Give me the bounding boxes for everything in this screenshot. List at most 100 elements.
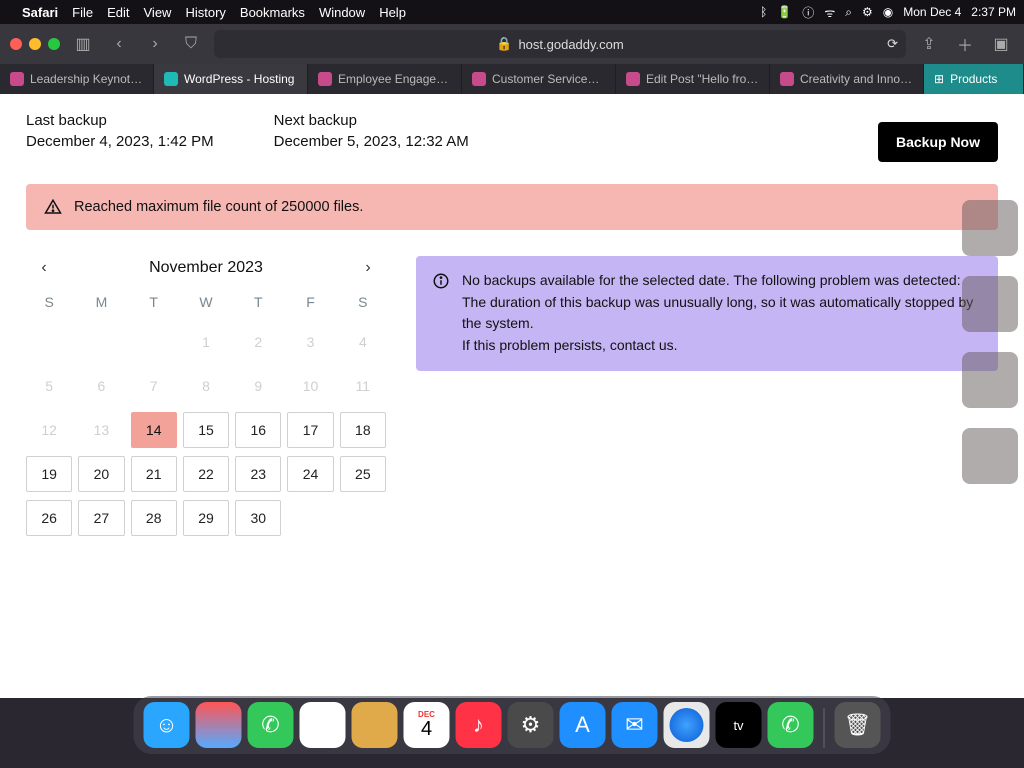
dock-app-appstore[interactable]: A <box>560 702 606 748</box>
calendar-day-19[interactable]: 19 <box>26 456 72 492</box>
calendar-day-26[interactable]: 26 <box>26 500 72 536</box>
dock-app-mail[interactable]: ✉ <box>612 702 658 748</box>
dock-app-finder[interactable]: ☺ <box>144 702 190 748</box>
calendar-day-29[interactable]: 29 <box>183 500 229 536</box>
favicon-icon <box>472 72 486 86</box>
tab-products[interactable]: ⊞Products <box>924 64 1024 94</box>
window-controls[interactable] <box>10 38 60 50</box>
spotlight-icon[interactable]: ⌕ <box>845 5 852 20</box>
tab-employee[interactable]: Employee Engage… <box>308 64 462 94</box>
dock-app-keynote[interactable] <box>352 702 398 748</box>
tab-creativity[interactable]: Creativity and Inno… <box>770 64 924 94</box>
address-bar[interactable]: 🔒 host.godaddy.com ⟳ <box>214 30 906 58</box>
favicon-icon <box>164 72 178 86</box>
calendar-day-10: 10 <box>287 368 333 404</box>
siri-icon[interactable]: ◉ <box>883 5 893 19</box>
url-host: host.godaddy.com <box>518 37 623 52</box>
desktop-file[interactable] <box>962 276 1018 332</box>
calendar-day-14[interactable]: 14 <box>131 412 177 448</box>
favicon-icon <box>10 72 24 86</box>
calendar-title: November 2023 <box>149 259 263 277</box>
reload-icon[interactable]: ⟳ <box>887 36 898 52</box>
dock-app-photos[interactable] <box>300 702 346 748</box>
calendar-day-7: 7 <box>131 368 177 404</box>
tab-label: Employee Engage… <box>338 72 448 86</box>
backup-now-button[interactable]: Backup Now <box>878 122 998 162</box>
bluetooth-icon[interactable]: ᛒ <box>760 5 767 19</box>
calendar-day-2: 2 <box>235 324 281 360</box>
info-line: No backups available for the selected da… <box>462 270 982 290</box>
new-tab-icon[interactable]: ＋ <box>952 32 978 56</box>
dock-app-messages[interactable]: ✆ <box>248 702 294 748</box>
dock-app-tv[interactable]: tv <box>716 702 762 748</box>
dock-app-safari[interactable] <box>664 702 710 748</box>
app-name[interactable]: Safari <box>22 5 58 20</box>
calendar-day-28[interactable]: 28 <box>131 500 177 536</box>
calendar-day-23[interactable]: 23 <box>235 456 281 492</box>
desktop-file[interactable] <box>962 200 1018 256</box>
calendar-day-17[interactable]: 17 <box>287 412 333 448</box>
menu-history[interactable]: History <box>185 5 225 20</box>
tab-overview-icon[interactable]: ▣ <box>988 32 1014 56</box>
calendar-dow: T <box>131 294 177 316</box>
calendar-day-6: 6 <box>78 368 124 404</box>
menu-file[interactable]: File <box>72 5 93 20</box>
menu-edit[interactable]: Edit <box>107 5 129 20</box>
dock-app-music[interactable]: ♪ <box>456 702 502 748</box>
favicon-icon <box>626 72 640 86</box>
control-center-icon[interactable]: ⚙︎ <box>862 5 873 19</box>
calendar-day-18[interactable]: 18 <box>340 412 386 448</box>
desktop-items <box>962 200 1018 484</box>
tab-label: Edit Post "Hello fro… <box>646 72 758 86</box>
calendar-day-9: 9 <box>235 368 281 404</box>
desktop-file[interactable] <box>962 352 1018 408</box>
tab-customer[interactable]: Customer Service… <box>462 64 616 94</box>
menu-view[interactable]: View <box>144 5 172 20</box>
tab-wordpress-hosting[interactable]: WordPress - Hosting <box>154 64 308 94</box>
tab-label: WordPress - Hosting <box>184 72 294 86</box>
minimize-window-icon[interactable] <box>29 38 41 50</box>
info-line: If this problem persists, contact us. <box>462 335 982 355</box>
tab-edit-post[interactable]: Edit Post "Hello fro… <box>616 64 770 94</box>
calendar-day-25[interactable]: 25 <box>340 456 386 492</box>
wifi-icon[interactable]: ᯤ <box>824 4 835 21</box>
calendar-day-3: 3 <box>287 324 333 360</box>
zoom-window-icon[interactable] <box>48 38 60 50</box>
dock-app-launchpad[interactable] <box>196 702 242 748</box>
share-icon[interactable]: ⇪ <box>916 32 942 56</box>
calendar-day-15[interactable]: 15 <box>183 412 229 448</box>
info-icon[interactable]: ⓘ <box>802 4 814 21</box>
forward-button[interactable]: › <box>142 32 168 56</box>
menu-help[interactable]: Help <box>379 5 406 20</box>
calendar-day-20[interactable]: 20 <box>78 456 124 492</box>
calendar-day-27[interactable]: 27 <box>78 500 124 536</box>
status-date[interactable]: Mon Dec 4 <box>903 5 961 19</box>
back-button[interactable]: ‹ <box>106 32 132 56</box>
next-backup: Next backup December 5, 2023, 12:32 AM <box>274 112 469 150</box>
dock-app-calendar[interactable]: DEC4 <box>404 702 450 748</box>
calendar-next-button[interactable]: › <box>356 256 380 280</box>
sidebar-toggle-icon[interactable]: ▥ <box>70 32 96 56</box>
status-time[interactable]: 2:37 PM <box>971 5 1016 19</box>
shield-icon[interactable]: ⛉ <box>178 32 204 56</box>
battery-icon[interactable]: 🔋 <box>777 5 792 19</box>
close-window-icon[interactable] <box>10 38 22 50</box>
dock-app-settings[interactable]: ⚙ <box>508 702 554 748</box>
dock-trash[interactable]: 🗑 <box>835 702 881 748</box>
calendar-day-30[interactable]: 30 <box>235 500 281 536</box>
calendar-day-16[interactable]: 16 <box>235 412 281 448</box>
calendar-day-5: 5 <box>26 368 72 404</box>
tab-label: Creativity and Inno… <box>800 72 912 86</box>
calendar-day-21[interactable]: 21 <box>131 456 177 492</box>
tab-leadership[interactable]: Leadership Keynot… <box>0 64 154 94</box>
menu-window[interactable]: Window <box>319 5 365 20</box>
menubar-status: ᛒ 🔋 ⓘ ᯤ ⌕ ⚙︎ ◉ Mon Dec 4 2:37 PM <box>760 4 1016 21</box>
calendar-prev-button[interactable]: ‹ <box>32 256 56 280</box>
calendar-day-22[interactable]: 22 <box>183 456 229 492</box>
dock-app-facetime[interactable]: ✆ <box>768 702 814 748</box>
menu-bookmarks[interactable]: Bookmarks <box>240 5 305 20</box>
calendar-dow: F <box>287 294 333 316</box>
calendar-day-24[interactable]: 24 <box>287 456 333 492</box>
calendar-day-4: 4 <box>340 324 386 360</box>
desktop-file[interactable] <box>962 428 1018 484</box>
